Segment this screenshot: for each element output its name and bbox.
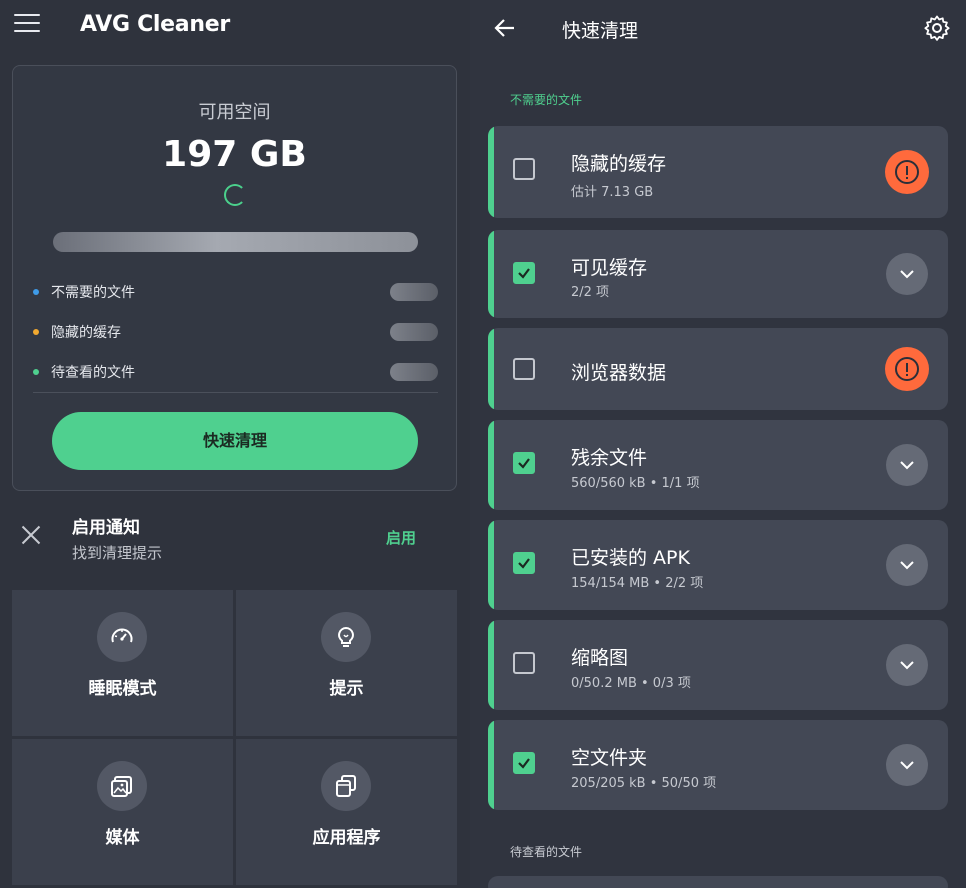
lightbulb-icon [321, 612, 371, 662]
notification-subtitle: 找到清理提示 [72, 544, 163, 562]
legend-value-placeholder [390, 283, 438, 301]
legend-value-placeholder [390, 363, 438, 381]
tile-sleep-mode[interactable]: 睡眠模式 [12, 590, 233, 736]
page-title: 快速清理 [562, 20, 639, 42]
feature-grid: 睡眠模式 提示 媒体 应用程序 [12, 590, 457, 885]
app-title: AVG Cleaner [80, 12, 230, 37]
checkbox[interactable] [513, 158, 535, 180]
legend-value-placeholder [390, 323, 438, 341]
item-subtitle: 估计 7.13 GB [571, 185, 654, 200]
apps-icon [321, 761, 371, 811]
divider [33, 392, 438, 393]
accent-bar [488, 328, 494, 410]
hamburger-menu-icon[interactable] [14, 14, 40, 34]
section-header-unneeded: 不需要的文件 [510, 93, 583, 107]
accent-bar [488, 230, 494, 318]
chevron-down-icon[interactable] [886, 444, 928, 486]
list-item-visible-cache[interactable]: 可见缓存 2/2 项 [488, 230, 948, 318]
section-header-review: 待查看的文件 [510, 845, 583, 859]
list-item-residual-files[interactable]: 残余文件 560/560 kB • 1/1 项 [488, 420, 948, 510]
accent-bar [488, 620, 494, 710]
item-title: 缩略图 [571, 647, 629, 669]
close-icon[interactable] [21, 525, 41, 545]
tile-media[interactable]: 媒体 [12, 739, 233, 885]
accent-bar [488, 420, 494, 510]
loading-spinner-icon [224, 184, 246, 206]
home-header: AVG Cleaner [0, 0, 470, 52]
warning-icon[interactable] [885, 347, 929, 391]
checkbox-checked[interactable] [513, 262, 535, 284]
checkbox[interactable] [513, 652, 535, 674]
free-space-label: 可用空间 [198, 102, 271, 123]
tile-label: 睡眠模式 [88, 679, 157, 699]
list-item-thumbnails[interactable]: 缩略图 0/50.2 MB • 0/3 项 [488, 620, 948, 710]
legend-item-hidden-cache: 隐藏的缓存 [33, 321, 438, 343]
speedometer-icon [97, 612, 147, 662]
chevron-down-icon[interactable] [886, 644, 928, 686]
tile-tips[interactable]: 提示 [236, 590, 457, 736]
item-title: 残余文件 [571, 447, 648, 469]
quick-clean-panel: 快速清理 不需要的文件 隐藏的缓存 估计 7.13 GB 可见缓存 2/2 项 … [470, 0, 966, 888]
accent-bar [488, 720, 494, 810]
item-subtitle: 2/2 项 [571, 285, 610, 300]
blue-dot-icon [33, 289, 39, 295]
storage-usage-bar [53, 232, 418, 252]
warning-icon[interactable] [885, 150, 929, 194]
tile-label: 应用程序 [312, 828, 381, 848]
item-title: 空文件夹 [571, 747, 648, 769]
tile-label: 提示 [329, 679, 364, 699]
tile-label: 媒体 [105, 828, 140, 848]
legend-label: 不需要的文件 [51, 285, 135, 301]
chevron-down-icon[interactable] [886, 544, 928, 586]
item-title: 已安装的 APK [571, 547, 690, 569]
list-item-partial[interactable] [488, 876, 948, 888]
checkbox[interactable] [513, 358, 535, 380]
checkbox-checked[interactable] [513, 552, 535, 574]
gear-icon[interactable] [923, 14, 951, 42]
item-subtitle: 154/154 MB • 2/2 项 [571, 576, 704, 591]
chevron-down-icon[interactable] [886, 744, 928, 786]
accent-bar [488, 126, 494, 218]
checkbox-checked[interactable] [513, 452, 535, 474]
orange-dot-icon [33, 329, 39, 335]
item-subtitle: 205/205 kB • 50/50 项 [571, 776, 717, 791]
legend-label: 待查看的文件 [51, 365, 135, 381]
list-item-browser-data[interactable]: 浏览器数据 [488, 328, 948, 410]
free-space-value: 197 GB [162, 134, 307, 175]
back-arrow-icon[interactable] [493, 16, 517, 40]
item-subtitle: 0/50.2 MB • 0/3 项 [571, 676, 691, 691]
notification-banner: 启用通知 找到清理提示 启用 [0, 500, 470, 575]
enable-notifications-button[interactable]: 启用 [386, 527, 416, 548]
home-panel: AVG Cleaner 可用空间 197 GB 不需要的文件 隐藏的缓存 待查看… [0, 0, 470, 888]
legend-item-unneeded: 不需要的文件 [33, 281, 438, 303]
legend-label: 隐藏的缓存 [51, 325, 121, 341]
item-title: 隐藏的缓存 [571, 153, 667, 175]
item-title: 浏览器数据 [571, 362, 667, 384]
chevron-down-icon[interactable] [886, 253, 928, 295]
tile-apps[interactable]: 应用程序 [236, 739, 457, 885]
quick-clean-button[interactable]: 快速清理 [52, 412, 418, 470]
list-item-hidden-cache[interactable]: 隐藏的缓存 估计 7.13 GB [488, 126, 948, 218]
legend-item-review: 待查看的文件 [33, 361, 438, 383]
checkbox-checked[interactable] [513, 752, 535, 774]
notification-title: 启用通知 [72, 518, 140, 538]
image-icon [97, 761, 147, 811]
list-item-installed-apk[interactable]: 已安装的 APK 154/154 MB • 2/2 项 [488, 520, 948, 610]
storage-card: 可用空间 197 GB 不需要的文件 隐藏的缓存 待查看的文件 快速清理 [12, 65, 457, 491]
item-title: 可见缓存 [571, 257, 648, 279]
accent-bar [488, 520, 494, 610]
item-subtitle: 560/560 kB • 1/1 项 [571, 476, 700, 491]
list-item-empty-folders[interactable]: 空文件夹 205/205 kB • 50/50 项 [488, 720, 948, 810]
green-dot-icon [33, 369, 39, 375]
